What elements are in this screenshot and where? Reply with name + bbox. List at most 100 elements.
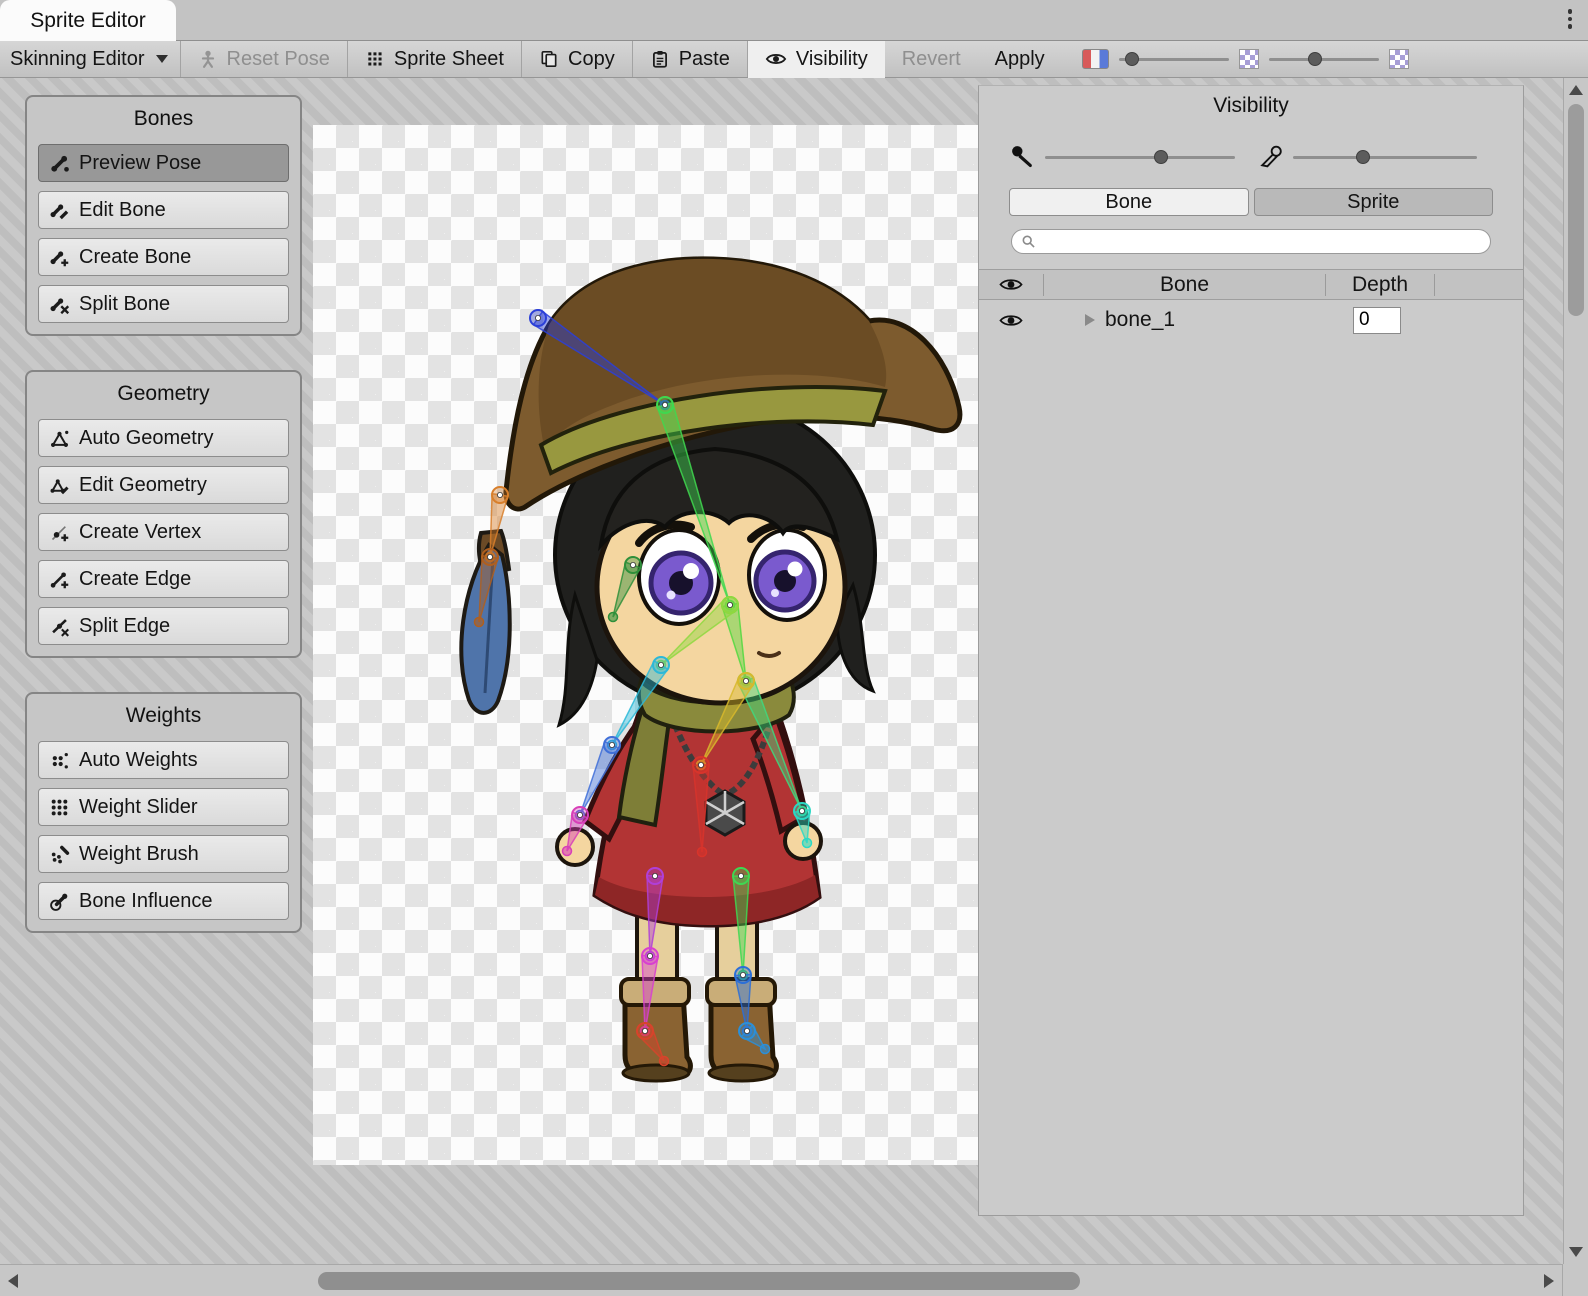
sprite-opacity-slider[interactable]: [1293, 149, 1477, 165]
split-bone-label: Split Bone: [79, 293, 170, 316]
slider-handle[interactable]: [1308, 52, 1322, 66]
slider-track: [1293, 156, 1477, 159]
bones-panel: Bones Preview Pose Edit Bone Create Bone: [25, 95, 302, 336]
depth-input[interactable]: [1353, 307, 1401, 334]
toolbar-slider-1[interactable]: [1119, 51, 1229, 67]
opacity-sliders-row: [979, 142, 1523, 176]
search-input[interactable]: [1042, 231, 1490, 252]
bone-column-header[interactable]: Bone: [1044, 273, 1325, 297]
scroll-up-arrow-icon[interactable]: [1569, 85, 1583, 95]
color-swatch-icon[interactable]: [1082, 49, 1109, 69]
bone-influence-icon: [49, 891, 70, 912]
paste-button[interactable]: Paste: [633, 41, 747, 78]
horizontal-scrollbar-thumb[interactable]: [318, 1272, 1080, 1290]
auto-weights-icon: [49, 750, 70, 771]
visibility-toggle-button[interactable]: Visibility: [748, 41, 885, 78]
character-sprite: [461, 259, 960, 1081]
split-edge-label: Split Edge: [79, 615, 170, 638]
preview-pose-icon: [49, 153, 70, 174]
revert-button[interactable]: Revert: [885, 41, 978, 78]
bone-opacity-slider[interactable]: [1045, 149, 1235, 165]
create-bone-icon: [49, 247, 70, 268]
weight-brush-label: Weight Brush: [79, 843, 199, 866]
tab-sprite[interactable]: Sprite: [1254, 188, 1494, 216]
scroll-right-arrow-icon[interactable]: [1544, 1274, 1554, 1288]
geometry-panel-title: Geometry: [38, 382, 289, 406]
split-bone-button[interactable]: Split Bone: [38, 285, 289, 323]
horizontal-scrollbar[interactable]: [0, 1264, 1588, 1296]
create-edge-button[interactable]: Create Edge: [38, 560, 289, 598]
geometry-panel: Geometry Auto Geometry Edit Geometry Cre…: [25, 370, 302, 658]
depth-column-header[interactable]: Depth: [1326, 273, 1434, 297]
weight-brush-icon: [49, 844, 70, 865]
scroll-down-arrow-icon[interactable]: [1569, 1247, 1583, 1257]
scrollbar-corner: [1562, 1264, 1588, 1296]
weight-slider-label: Weight Slider: [79, 796, 198, 819]
skinning-editor-label: Skinning Editor: [10, 48, 145, 71]
weight-slider-icon: [49, 797, 70, 818]
visibility-panel: Visibility Bone Sprite: [978, 85, 1524, 1216]
auto-geometry-icon: [49, 428, 70, 449]
slider-handle[interactable]: [1154, 150, 1168, 164]
search-icon: [1021, 234, 1036, 249]
visibility-label: Visibility: [796, 48, 868, 71]
eye-icon: [765, 52, 787, 66]
scroll-left-arrow-icon[interactable]: [8, 1274, 18, 1288]
create-edge-label: Create Edge: [79, 568, 191, 591]
paste-label: Paste: [679, 48, 730, 71]
create-bone-button[interactable]: Create Bone: [38, 238, 289, 276]
split-bone-icon: [49, 294, 70, 315]
create-edge-icon: [49, 569, 70, 590]
sprite-sheet-icon: [365, 49, 385, 69]
auto-geometry-button[interactable]: Auto Geometry: [38, 419, 289, 457]
vertical-scrollbar[interactable]: [1563, 78, 1588, 1264]
slider-track: [1045, 156, 1235, 159]
copy-button[interactable]: Copy: [522, 41, 632, 78]
weight-slider-button[interactable]: Weight Slider: [38, 788, 289, 826]
bone-search-box[interactable]: [1011, 229, 1491, 254]
visibility-column-icon: [999, 277, 1023, 292]
bones-panel-title: Bones: [38, 107, 289, 131]
window-tab-bar: Sprite Editor: [0, 0, 1588, 41]
alpha-checker-icon: [1239, 49, 1259, 69]
tab-bone[interactable]: Bone: [1009, 188, 1249, 216]
vertical-scrollbar-thumb[interactable]: [1568, 104, 1584, 316]
bone-visible-eye-icon[interactable]: [999, 313, 1023, 328]
auto-weights-button[interactable]: Auto Weights: [38, 741, 289, 779]
create-vertex-icon: [49, 522, 70, 543]
revert-label: Revert: [902, 48, 961, 71]
slider-handle[interactable]: [1356, 150, 1370, 164]
apply-label: Apply: [995, 48, 1045, 71]
expand-triangle-icon[interactable]: [1085, 314, 1095, 326]
sprite-editor-tab[interactable]: Sprite Editor: [0, 0, 176, 41]
reset-pose-button[interactable]: Reset Pose: [181, 41, 347, 78]
split-edge-button[interactable]: Split Edge: [38, 607, 289, 645]
tab-label: Sprite Editor: [30, 9, 146, 33]
weight-brush-button[interactable]: Weight Brush: [38, 835, 289, 873]
paste-icon: [650, 49, 670, 69]
toolbar-slider-2[interactable]: [1269, 51, 1379, 67]
apply-button[interactable]: Apply: [978, 41, 1062, 78]
chevron-down-icon: [156, 55, 168, 63]
edit-bone-icon: [49, 200, 70, 221]
edit-bone-button[interactable]: Edit Bone: [38, 191, 289, 229]
preview-pose-label: Preview Pose: [79, 152, 201, 175]
preview-pose-button[interactable]: Preview Pose: [38, 144, 289, 182]
bone-row[interactable]: bone_1: [979, 300, 1523, 340]
weights-panel: Weights Auto Weights Weight Slider Weigh…: [25, 692, 302, 933]
edit-geometry-button[interactable]: Edit Geometry: [38, 466, 289, 504]
copy-label: Copy: [568, 48, 615, 71]
create-vertex-button[interactable]: Create Vertex: [38, 513, 289, 551]
slider-handle[interactable]: [1125, 52, 1139, 66]
kebab-menu-icon[interactable]: [1566, 7, 1575, 31]
slider-track: [1269, 58, 1379, 61]
sprite-opacity-icon: [1257, 144, 1284, 171]
sprite-canvas[interactable]: [313, 125, 978, 1165]
bone-name: bone_1: [1105, 308, 1175, 332]
weights-panel-title: Weights: [38, 704, 289, 728]
bone-influence-button[interactable]: Bone Influence: [38, 882, 289, 920]
edit-geometry-label: Edit Geometry: [79, 474, 207, 497]
reset-pose-icon: [198, 49, 218, 69]
sprite-sheet-button[interactable]: Sprite Sheet: [348, 41, 521, 78]
skinning-editor-dropdown[interactable]: Skinning Editor: [0, 41, 180, 78]
